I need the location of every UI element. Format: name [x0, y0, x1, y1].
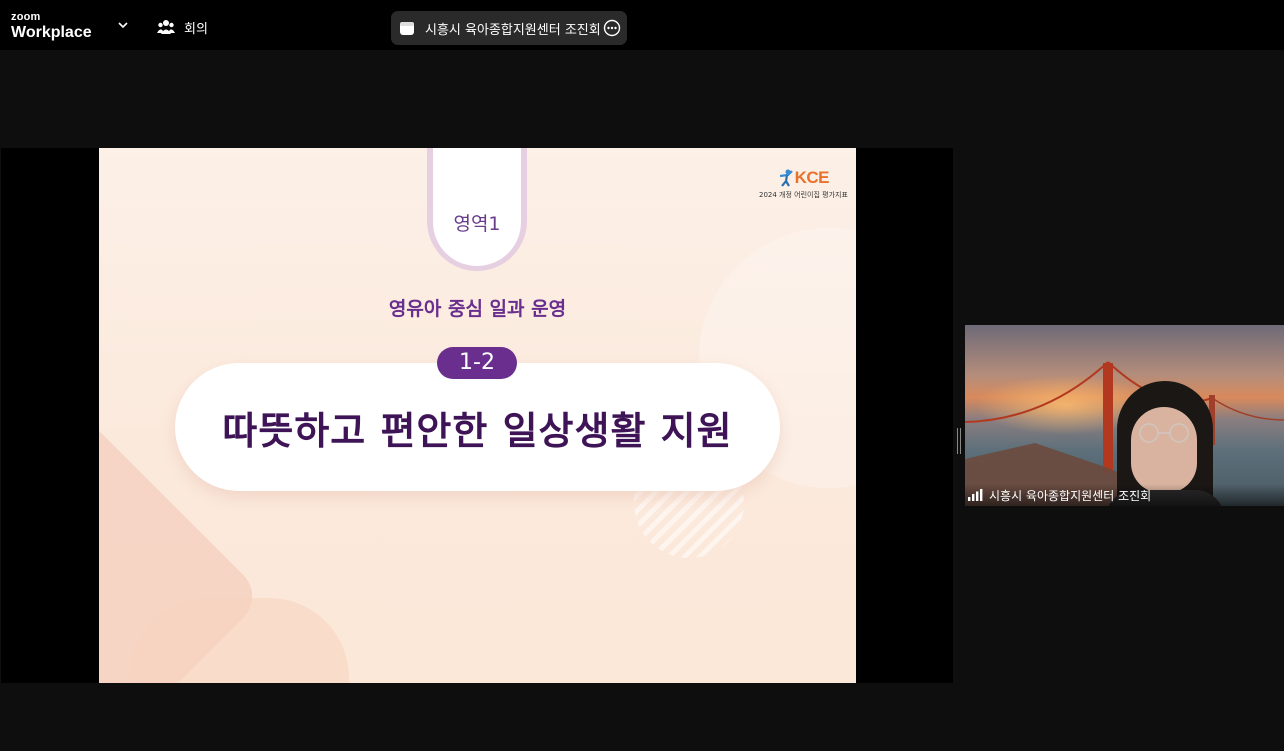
presentation-slide: 영역1 KCE 2024 개정 어린이집 평가지표 영유아 중심 일과 운영 1…	[99, 148, 856, 683]
more-icon[interactable]	[603, 19, 621, 37]
slide-title: 따뜻하고 편안한 일상생활 지원	[222, 409, 733, 453]
kce-logo-subtext: 2024 개정 어린이집 평가지표	[759, 191, 848, 199]
logo-zoom-text: zoom	[11, 11, 41, 23]
kce-logo: KCE 2024 개정 어린이집 평가지표	[759, 168, 848, 208]
participant-name-bar: 시흥시 육아종합지원센터 조진회	[965, 484, 1284, 506]
calendar-icon	[400, 22, 414, 35]
number-badge: 1-2	[437, 347, 517, 379]
chevron-down-icon[interactable]	[117, 20, 129, 30]
kce-logo-text: KCE	[794, 168, 830, 187]
meeting-title-pill[interactable]: 시흥시 육아종합지원센터 조진회	[391, 11, 627, 45]
meeting-title-text: 시흥시 육아종합지원센터 조진회	[425, 22, 601, 38]
participant-name: 시흥시 육아종합지원센터 조진회	[989, 488, 1152, 503]
signal-icon	[968, 489, 983, 501]
people-icon	[157, 20, 175, 34]
participant-face	[1131, 407, 1197, 493]
participant-video-tile[interactable]: 시흥시 육아종합지원센터 조진회	[965, 325, 1284, 506]
glasses-icon	[1139, 423, 1189, 443]
meetings-label: 회의	[184, 21, 208, 37]
area-tab	[433, 148, 521, 266]
zoom-workplace-logo[interactable]: zoom Workplace	[11, 12, 92, 41]
meetings-button[interactable]: 회의	[157, 17, 208, 37]
area-label: 영역1	[453, 213, 501, 235]
bridge-tower	[1103, 363, 1113, 473]
top-bar: zoom Workplace 회의 시흥시 육아종합지원센터 조진회	[0, 0, 1284, 50]
slide-subtitle: 영유아 중심 일과 운영	[388, 298, 567, 320]
kce-figure-icon	[779, 169, 793, 187]
resize-handle[interactable]	[957, 428, 961, 454]
shared-screen: 영역1 KCE 2024 개정 어린이집 평가지표 영유아 중심 일과 운영 1…	[1, 148, 953, 683]
logo-workplace-text: Workplace	[11, 24, 92, 41]
